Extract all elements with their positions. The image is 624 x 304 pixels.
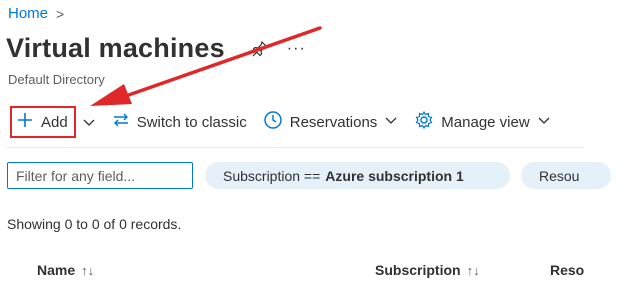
- vm-page: Home > Virtual machines ··· Default Dire…: [0, 0, 624, 304]
- add-button-label: Add: [41, 113, 68, 131]
- switch-to-classic-button[interactable]: Switch to classic: [112, 106, 247, 138]
- column-header-resource[interactable]: Reso: [550, 262, 584, 278]
- manage-view-label: Manage view: [441, 113, 530, 131]
- clock-icon: [263, 110, 283, 134]
- column-header-subscription-label: Subscription: [375, 262, 461, 278]
- breadcrumb-home-link[interactable]: Home: [8, 5, 48, 22]
- resource-filter-pill[interactable]: Resou: [521, 162, 611, 189]
- records-count: Showing 0 to 0 of 0 records.: [7, 216, 182, 232]
- resource-filter-label: Resou: [539, 167, 580, 184]
- reservations-label: Reservations: [289, 113, 378, 131]
- column-header-subscription[interactable]: Subscription ↑↓: [375, 262, 480, 278]
- annotation-arrowhead: [90, 84, 132, 106]
- directory-subtitle: Default Directory: [8, 72, 105, 87]
- gear-icon: [414, 110, 434, 134]
- subscription-filter-pill[interactable]: Subscription == Azure subscription 1: [205, 162, 510, 189]
- add-dropdown-chevron-icon[interactable]: [82, 115, 96, 129]
- reservations-button[interactable]: Reservations: [263, 106, 399, 138]
- column-header-resource-label: Reso: [550, 262, 585, 278]
- sort-icon: ↑↓: [466, 262, 480, 278]
- pin-icon[interactable]: [251, 40, 269, 58]
- column-header-name-label: Name: [37, 262, 76, 278]
- switch-to-classic-label: Switch to classic: [136, 113, 247, 131]
- chevron-down-icon: [537, 113, 551, 131]
- add-button[interactable]: Add: [10, 106, 76, 138]
- swap-arrows-icon: [112, 111, 130, 133]
- page-title: Virtual machines: [6, 33, 225, 63]
- plus-icon: [16, 111, 34, 133]
- more-options-icon[interactable]: ···: [287, 40, 306, 58]
- manage-view-button[interactable]: Manage view: [414, 106, 550, 138]
- sort-icon: ↑↓: [81, 262, 95, 278]
- breadcrumb-separator: >: [56, 5, 65, 22]
- chevron-down-icon: [384, 113, 398, 131]
- column-header-name[interactable]: Name ↑↓: [37, 262, 94, 278]
- title-row: Virtual machines ···: [6, 33, 306, 64]
- command-bar: Add Switch to classic Reservations Manag…: [10, 106, 551, 138]
- breadcrumb: Home >: [8, 5, 64, 22]
- subscription-filter-value: Azure subscription 1: [325, 167, 464, 184]
- subscription-filter-prefix: Subscription ==: [223, 167, 321, 184]
- toolbar-divider: [6, 147, 584, 148]
- filter-input[interactable]: [7, 162, 193, 189]
